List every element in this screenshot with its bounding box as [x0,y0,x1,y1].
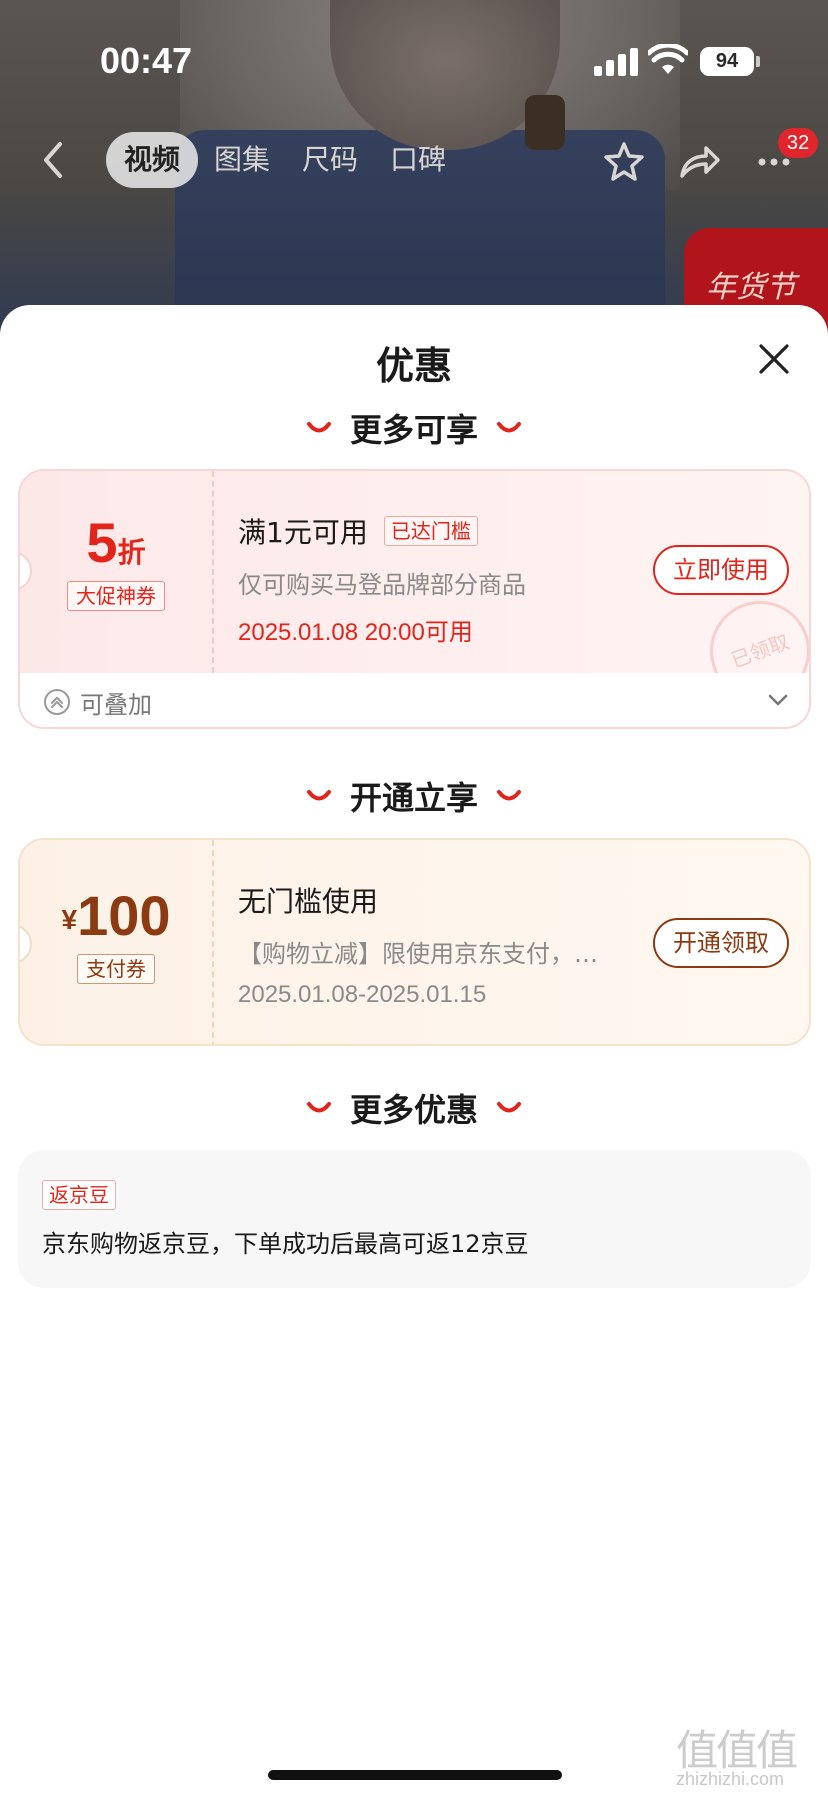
media-tabs: 视频 图集 尺码 口碑 [106,132,462,188]
coupon-info: 无门槛使用 【购物立减】限使用京东支付，核… 2025.01.08-2025.0… [238,880,658,1009]
watermark-url: zhizhizhi.com [676,1769,785,1789]
message-count-badge: 32 [778,128,818,158]
home-indicator[interactable] [268,1770,562,1780]
discount-coupon-card: 5折 大促神券 满1元可用 已达门槛 仅可购买马登品牌部分商品 2025.01.… [18,469,811,729]
jingdou-text: 京东购物返京豆，下单成功后最高可返12京豆 [42,1230,529,1258]
coupon-divider [212,471,214,673]
coupon-divider [212,840,214,1044]
watermark-logo: 值值值 zhizhizhi.com [676,1717,828,1796]
back-arrow-icon[interactable] [38,140,68,180]
smile-mark-icon [306,1102,331,1113]
smile-mark-icon [497,422,521,433]
stackable-label: 可叠加 [80,691,152,719]
smile-mark-icon [306,422,331,433]
offers-sheet: 优惠 更多可享 5折 大促神券 满1元可用 已达门槛 仅可购买马登品牌部分商品 [0,305,828,1796]
coupon-description: 【购物立减】限使用京东支付，核… [238,940,618,968]
activate-claim-button[interactable]: 开通领取 [653,918,789,968]
battery-icon: 94 [700,47,754,76]
coupon-value-number: 5 [86,511,118,574]
share-icon[interactable] [678,142,722,182]
tab-size[interactable]: 尺码 [286,132,374,188]
currency-symbol: ¥ [61,904,78,935]
section-header-more-available: 更多可享 [0,405,828,451]
sheet-title: 优惠 [375,344,452,388]
section-header-open-to-enjoy: 开通立享 [0,773,828,819]
coupon-value: 5折 [20,511,212,575]
status-bar: 00:47 94 [0,0,828,120]
coupon-title: 满1元可用 [238,516,368,549]
tab-gallery[interactable]: 图集 [198,132,286,188]
coupon-description: 仅可购买马登品牌部分商品 [238,571,526,599]
payment-coupon-card: ¥100 支付券 无门槛使用 【购物立减】限使用京东支付，核… 2025.01.… [18,838,811,1046]
coupon-value-area: 5折 大促神券 [20,511,212,611]
coupon-body: 5折 大促神券 满1元可用 已达门槛 仅可购买马登品牌部分商品 2025.01.… [20,471,809,716]
coupon-valid-time: 2025.01.08-2025.01.15 [238,981,487,1008]
coupon-title-row: 无门槛使用 [238,880,658,920]
coupon-type-label: 支付券 [77,954,155,984]
threshold-badge: 已达门槛 [383,516,478,546]
status-time: 00:47 [100,40,193,81]
smile-mark-icon [306,790,331,801]
stack-icon [44,689,70,715]
coupon-title-row: 满1元可用 已达门槛 [238,511,658,551]
tab-reviews[interactable]: 口碑 [374,132,462,188]
smile-mark-icon [497,1102,521,1113]
jingdou-offer-card[interactable]: 返京豆 京东购物返京豆，下单成功后最高可返12京豆 [18,1150,811,1288]
section-header-more-offers: 更多优惠 [0,1085,828,1131]
coupon-type-label: 大促神券 [67,581,165,611]
coupon-value: ¥100 [20,884,212,948]
use-now-button[interactable]: 立即使用 [653,545,789,595]
coupon-body: ¥100 支付券 无门槛使用 【购物立减】限使用京东支付，核… 2025.01.… [20,840,809,1044]
jingdou-tag: 返京豆 [42,1180,116,1210]
tab-video[interactable]: 视频 [106,132,199,188]
section-title: 更多可享 [349,411,478,449]
coupon-value-unit: 折 [117,536,146,569]
coupon-info: 满1元可用 已达门槛 仅可购买马登品牌部分商品 2025.01.08 20:00… [238,511,658,647]
stackable-row[interactable]: 可叠加 [20,673,809,727]
section-title: 开通立享 [349,779,478,817]
wifi-icon [648,44,688,74]
section-title: 更多优惠 [349,1091,478,1129]
close-icon[interactable] [756,341,792,377]
chevron-down-icon[interactable] [768,693,788,707]
cellular-signal-icon [594,46,638,76]
favorite-star-icon[interactable] [602,140,646,184]
battery-tip [756,56,760,67]
coupon-value-area: ¥100 支付券 [20,884,212,984]
coupon-title: 无门槛使用 [238,885,379,918]
coupon-valid-time: 2025.01.08 20:00可用 [238,619,473,646]
promo-tag-text: 年货节 [706,270,796,305]
coupon-value-number: 100 [77,884,171,947]
smile-mark-icon [497,790,521,801]
